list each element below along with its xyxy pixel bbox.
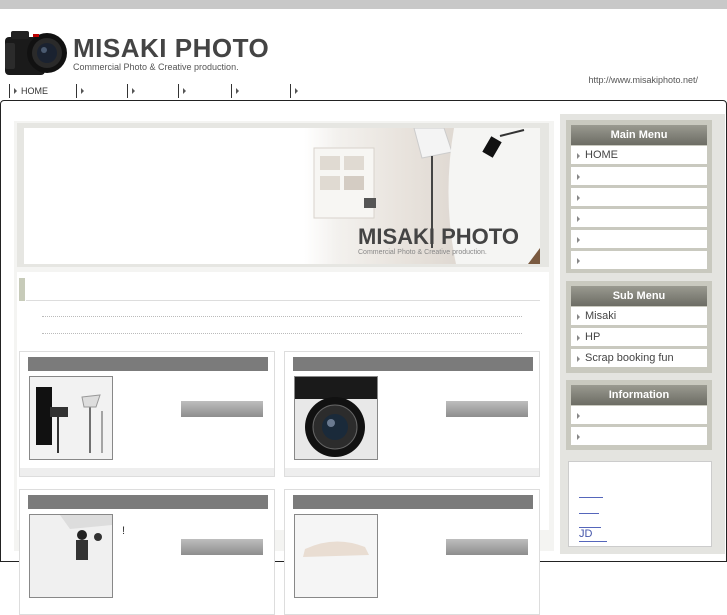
triangle-icon — [577, 413, 580, 419]
gnav-item-home[interactable]: HOME — [9, 84, 77, 98]
hero-title: MISAKI PHOTO — [358, 224, 519, 249]
menu-label: Scrap booking fun — [585, 352, 674, 364]
gnav-item-5[interactable] — [231, 84, 291, 98]
content-card — [284, 351, 540, 477]
link-underline[interactable] — [579, 513, 599, 514]
handshake-illustration — [295, 515, 377, 597]
main-menu-item-home[interactable]: HOME — [571, 146, 707, 164]
link-underline[interactable] — [579, 497, 603, 498]
menu-label: HOME — [585, 149, 618, 161]
menu-label: Misaki — [585, 310, 617, 322]
menu-label: HP — [585, 331, 601, 343]
triangle-icon — [577, 216, 580, 222]
card-button[interactable] — [181, 401, 263, 417]
camera-logo-icon — [5, 31, 67, 75]
triangle-icon — [577, 314, 580, 320]
gnav-item-3[interactable] — [127, 84, 179, 98]
main-menu-item[interactable] — [571, 209, 707, 227]
main-menu-item[interactable] — [571, 188, 707, 206]
triangle-icon — [577, 258, 580, 264]
triangle-icon — [577, 174, 580, 180]
card-note: ! — [122, 525, 126, 537]
main-menu-title: Main Menu — [571, 125, 707, 145]
sub-menu-title: Sub Menu — [571, 286, 707, 306]
card-button[interactable] — [446, 539, 528, 555]
main-menu-item[interactable] — [571, 230, 707, 248]
card-title-bar — [293, 357, 533, 371]
gnav-item-6[interactable] — [290, 84, 322, 98]
site-title[interactable]: MISAKI PHOTO — [73, 33, 269, 64]
information-box: Information — [566, 380, 712, 450]
sub-menu-item-scrap-booking[interactable]: Scrap booking fun — [571, 349, 707, 367]
sub-menu-item-misaki[interactable]: Misaki — [571, 307, 707, 325]
studio-people-photo[interactable] — [29, 514, 113, 598]
main-menu-item[interactable] — [571, 167, 707, 185]
section-accent-bar — [19, 278, 25, 301]
camera-lens-illustration — [295, 377, 377, 459]
triangle-icon — [577, 335, 580, 341]
information-title: Information — [571, 385, 707, 405]
link-underline[interactable] — [579, 541, 607, 542]
gnav-label: HOME — [21, 86, 48, 96]
global-nav: HOME — [0, 84, 727, 100]
content-card — [284, 489, 540, 615]
gnav-item-2[interactable] — [76, 84, 128, 98]
content-card — [19, 351, 275, 477]
main-menu-item[interactable] — [571, 251, 707, 269]
card-button[interactable] — [446, 401, 528, 417]
content-card: ! — [19, 489, 275, 615]
studio-people-illustration — [30, 515, 112, 597]
site-header: MISAKI PHOTO Commercial Photo & Creative… — [0, 9, 727, 85]
dotted-divider — [42, 316, 522, 317]
triangle-icon — [81, 88, 84, 94]
hero-image: MISAKI PHOTO Commercial Photo & Creative… — [24, 128, 540, 264]
divider — [26, 300, 540, 301]
triangle-icon — [577, 356, 580, 362]
studio-lights-illustration — [30, 377, 112, 459]
card-button[interactable] — [181, 539, 263, 555]
sub-menu: Sub Menu Misaki HP Scrap booking fun — [566, 281, 712, 373]
top-stripe — [0, 0, 727, 9]
sub-menu-item-hp[interactable]: HP — [571, 328, 707, 346]
camera-lens-photo[interactable] — [294, 376, 378, 460]
studio-lights-photo[interactable] — [29, 376, 113, 460]
triangle-icon — [577, 195, 580, 201]
hero-subtitle: Commercial Photo & Creative production. — [358, 249, 487, 256]
main-menu: Main Menu HOME — [566, 120, 712, 273]
card-footer — [20, 468, 274, 476]
information-item[interactable] — [571, 406, 707, 424]
triangle-icon — [577, 434, 580, 440]
triangle-icon — [132, 88, 135, 94]
card-footer — [285, 468, 539, 476]
card-title-bar — [293, 495, 533, 509]
sidebar-link-jd[interactable]: JD — [579, 528, 592, 540]
site-subtitle: Commercial Photo & Creative production. — [73, 62, 239, 72]
triangle-icon — [236, 88, 239, 94]
card-title-bar — [28, 495, 268, 509]
gnav-item-4[interactable] — [178, 84, 232, 98]
triangle-icon — [295, 88, 298, 94]
triangle-icon — [183, 88, 186, 94]
card-title-bar — [28, 357, 268, 371]
triangle-icon — [577, 153, 580, 159]
handshake-photo[interactable] — [294, 514, 378, 598]
information-item[interactable] — [571, 427, 707, 445]
triangle-icon — [14, 88, 17, 94]
dotted-divider — [42, 333, 522, 334]
triangle-icon — [577, 237, 580, 243]
